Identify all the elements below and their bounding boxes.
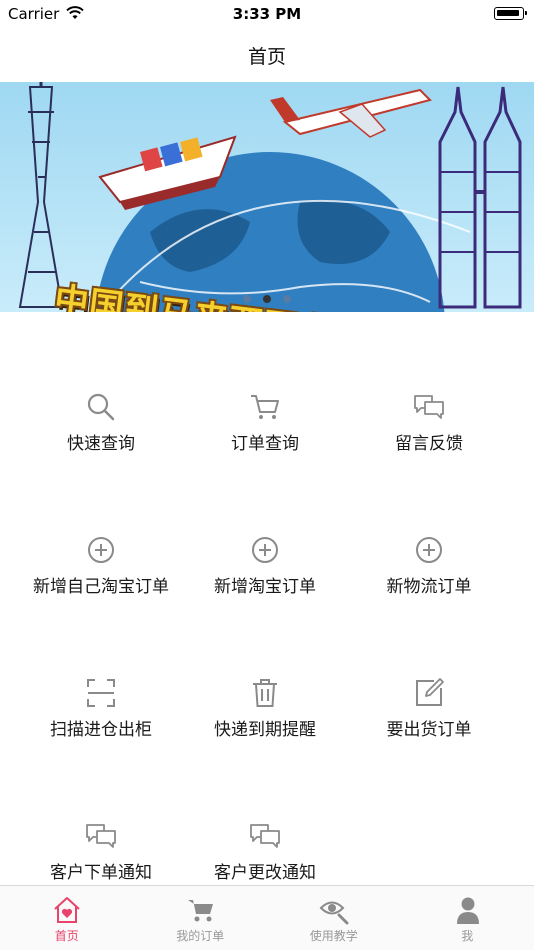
scan-icon bbox=[87, 679, 115, 707]
carousel-dot[interactable] bbox=[243, 295, 251, 303]
grid-item-label: 扫描进仓出柜 bbox=[50, 720, 152, 740]
grid-item-label: 留言反馈 bbox=[395, 434, 463, 454]
grid-item-label: 要出货订单 bbox=[386, 720, 472, 740]
function-grid: 快速查询 订单查询 留言反馈 新增自己淘宝订单 新增淘宝订单 新物流订单 扫描进… bbox=[0, 312, 534, 885]
tab-label: 我 bbox=[461, 929, 474, 943]
add-taobao-order-button[interactable]: 新增淘宝订单 bbox=[176, 455, 354, 598]
chat-icon bbox=[86, 824, 116, 848]
grid-item-label: 客户下单通知 bbox=[50, 863, 152, 883]
tab-my-orders[interactable]: 我的订单 bbox=[134, 886, 268, 950]
edit-icon bbox=[416, 678, 444, 706]
tab-tutorial[interactable]: 使用教学 bbox=[267, 886, 401, 950]
banner-carousel[interactable]: 中国到马来西亚专线 bbox=[0, 82, 534, 312]
grid-item-label: 新增淘宝订单 bbox=[214, 577, 316, 597]
trash-icon bbox=[253, 679, 277, 707]
carousel-page-indicator[interactable] bbox=[0, 288, 534, 307]
home-heart-icon bbox=[54, 897, 80, 923]
grid-item-label: 新增自己淘宝订单 bbox=[33, 577, 169, 597]
battery-icon bbox=[494, 7, 527, 20]
new-logistics-order-button[interactable]: 新物流订单 bbox=[340, 455, 518, 598]
plus-circle-icon bbox=[252, 537, 278, 563]
tab-bar: 首页 我的订单 使用教学 我 bbox=[0, 885, 534, 950]
grid-item-label: 客户更改通知 bbox=[214, 863, 316, 883]
cart-icon bbox=[251, 395, 279, 419]
person-icon bbox=[456, 897, 479, 924]
carousel-dot[interactable] bbox=[283, 295, 291, 303]
tab-label: 首页 bbox=[54, 929, 79, 943]
tab-home[interactable]: 首页 bbox=[0, 886, 134, 950]
grid-item-label: 快速查询 bbox=[67, 434, 135, 454]
grid-item-label: 快递到期提醒 bbox=[214, 720, 316, 740]
feedback-button[interactable]: 留言反馈 bbox=[340, 312, 518, 455]
order-query-button[interactable]: 订单查询 bbox=[176, 312, 354, 455]
scan-warehouse-button[interactable]: 扫描进仓出柜 bbox=[12, 598, 190, 741]
eye-search-icon bbox=[319, 901, 349, 925]
carousel-dot-active[interactable] bbox=[263, 295, 271, 303]
search-icon bbox=[87, 393, 115, 421]
grid-item-label: 订单查询 bbox=[231, 434, 299, 454]
add-own-taobao-order-button[interactable]: 新增自己淘宝订单 bbox=[12, 455, 190, 598]
status-bar: Carrier 3:33 PM bbox=[0, 0, 534, 28]
cart-icon bbox=[187, 900, 213, 922]
plus-circle-icon bbox=[88, 537, 114, 563]
page-title: 首页 bbox=[247, 46, 286, 68]
customer-change-notice-button[interactable]: 客户更改通知 bbox=[176, 741, 354, 884]
express-expiry-reminder-button[interactable]: 快递到期提醒 bbox=[176, 598, 354, 741]
chat-icon bbox=[250, 824, 280, 848]
tab-label: 我的订单 bbox=[176, 929, 225, 943]
plus-circle-icon bbox=[416, 537, 442, 563]
navigation-bar: 首页 bbox=[0, 28, 534, 82]
shipping-orders-button[interactable]: 要出货订单 bbox=[340, 598, 518, 741]
tab-label: 使用教学 bbox=[309, 929, 358, 943]
grid-item-label: 新物流订单 bbox=[386, 577, 472, 597]
chat-icon bbox=[414, 395, 444, 419]
tab-me[interactable]: 我 bbox=[401, 886, 534, 950]
quick-query-button[interactable]: 快速查询 bbox=[12, 312, 190, 455]
clock: 3:33 PM bbox=[232, 5, 302, 23]
customer-order-notice-button[interactable]: 客户下单通知 bbox=[12, 741, 190, 884]
